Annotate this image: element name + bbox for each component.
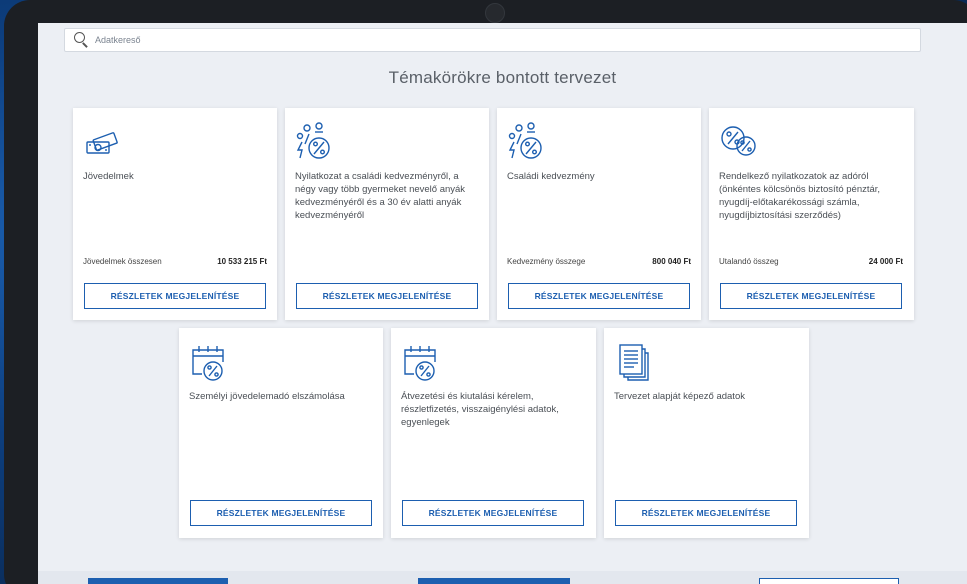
summary-amount: 10 533 215 Ft: [217, 257, 267, 266]
details-button[interactable]: RÉSZLETEK MEGJELENÍTÉSE: [402, 500, 584, 526]
card-transfer-request: Átvezetési és kiutalási kérelem, részlet…: [391, 328, 596, 538]
card-family-declaration: Nyilatkozat a családi kedvezményről, a n…: [285, 108, 489, 320]
card-summary: Kedvezmény összege 800 040 Ft: [507, 257, 691, 266]
card-summary: Utalandó összeg 24 000 Ft: [719, 257, 903, 266]
family-percent-icon: [295, 122, 335, 162]
card-title: Tervezet alapját képező adatok: [614, 391, 745, 402]
card-title: Átvezetési és kiutalási kérelem, részlet…: [401, 391, 559, 428]
calendar-percent-icon: [401, 342, 441, 382]
card-title: Jövedelmek: [83, 171, 134, 182]
search-icon[interactable]: [71, 29, 93, 51]
calendar-percent-icon: [189, 342, 229, 382]
summary-label: Kedvezmény összege: [507, 257, 586, 266]
bottom-secondary-button[interactable]: [759, 578, 899, 584]
details-button[interactable]: RÉSZLETEK MEGJELENÍTÉSE: [508, 283, 690, 309]
summary-amount: 24 000 Ft: [868, 257, 903, 266]
card-income: Jövedelmek Jövedelmek összesen 10 533 21…: [73, 108, 277, 320]
card-summary: Jövedelmek összesen 10 533 215 Ft: [83, 257, 267, 266]
details-button[interactable]: RÉSZLETEK MEGJELENÍTÉSE: [190, 500, 372, 526]
summary-label: Utalandó összeg: [719, 257, 779, 266]
details-button[interactable]: RÉSZLETEK MEGJELENÍTÉSE: [615, 500, 797, 526]
details-button[interactable]: RÉSZLETEK MEGJELENÍTÉSE: [296, 283, 478, 309]
camera-icon: [485, 3, 505, 23]
bottom-primary-button[interactable]: [88, 578, 228, 584]
bottom-center-button[interactable]: [418, 578, 570, 584]
card-base-data: Tervezet alapját képező adatok RÉSZLETEK…: [604, 328, 809, 538]
details-button[interactable]: RÉSZLETEK MEGJELENÍTÉSE: [84, 283, 266, 309]
card-title: Rendelkező nyilatkozatok az adóról (önké…: [719, 171, 881, 221]
summary-amount: 800 040 Ft: [652, 257, 691, 266]
card-title: Családi kedvezmény: [507, 171, 595, 182]
summary-label: Jövedelmek összesen: [83, 257, 162, 266]
details-button[interactable]: RÉSZLETEK MEGJELENÍTÉSE: [720, 283, 902, 309]
money-icon: [83, 122, 123, 162]
card-title: Személyi jövedelemadó elszámolása: [189, 391, 345, 402]
search-input[interactable]: [95, 35, 875, 45]
card-personal-income-tax: Személyi jövedelemadó elszámolása RÉSZLE…: [179, 328, 383, 538]
documents-icon: [614, 342, 654, 382]
card-title: Nyilatkozat a családi kedvezményről, a n…: [295, 171, 466, 221]
search-bar[interactable]: [64, 28, 921, 52]
percent-badge-icon: [719, 122, 759, 162]
card-tax-declarations: Rendelkező nyilatkozatok az adóról (önké…: [709, 108, 914, 320]
card-family-benefit: Családi kedvezmény Kedvezmény összege 80…: [497, 108, 701, 320]
page-title: Témakörökre bontott tervezet: [388, 68, 617, 87]
app-screen: Témakörökre bontott tervezet Jövedelmek …: [38, 23, 967, 584]
family-percent-icon: [507, 122, 547, 162]
